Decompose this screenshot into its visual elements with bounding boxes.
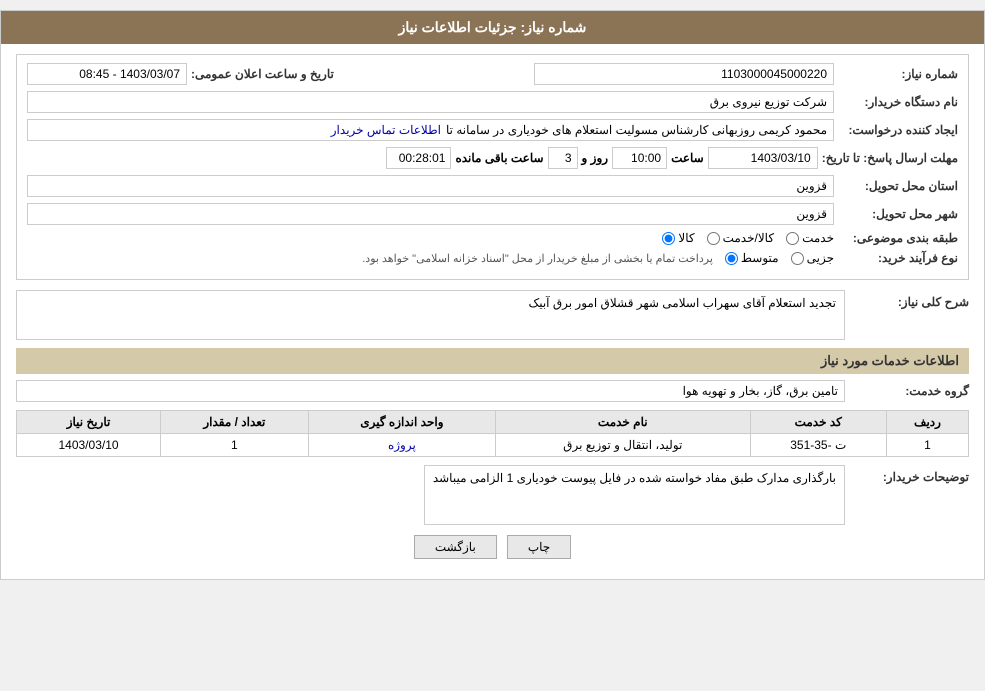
cell-name: تولید، انتقال و توزیع برق (496, 434, 750, 457)
row-category: طبقه بندی موضوعی: خدمت کالا/خدمت کالا (27, 231, 958, 245)
row-description: شرح کلی نیاز: تجدید استعلام آقای سهراب ا… (16, 290, 969, 340)
button-row: چاپ بازگشت (16, 535, 969, 559)
row-org: نام دستگاه خریدار: شرکت توزیع نیروی برق (27, 91, 958, 113)
value-shomara: 1103000045000220 (534, 63, 834, 85)
radio-motavasset-input[interactable] (725, 252, 738, 265)
services-table-section: ردیف کد خدمت نام خدمت واحد اندازه گیری ت… (16, 410, 969, 457)
table-row: 1 ت -35-351 تولید، انتقال و توزیع برق پر… (17, 434, 969, 457)
col-unit: واحد اندازه گیری (308, 411, 495, 434)
label-deadline: مهلت ارسال پاسخ: تا تاریخ: (822, 151, 958, 165)
content-area: شماره نیاز: 1103000045000220 تاریخ و ساع… (1, 44, 984, 579)
row-shomara: شماره نیاز: 1103000045000220 تاریخ و ساع… (27, 63, 958, 85)
label-days: روز و (582, 151, 609, 165)
cell-date: 1403/03/10 (17, 434, 161, 457)
label-time: ساعت (671, 151, 704, 165)
services-section-header: اطلاعات خدمات مورد نیاز (16, 348, 969, 374)
radio-kala-khedmat[interactable]: کالا/خدمت (707, 231, 774, 245)
value-province: قزوین (27, 175, 834, 197)
purchase-radio-group: جزیی متوسط پرداخت تمام یا بخشی از مبلغ خ… (362, 251, 834, 265)
label-org: نام دستگاه خریدار: (838, 95, 958, 109)
label-province: استان محل تحویل: (838, 179, 958, 193)
row-creator: ایجاد کننده درخواست: محمود کریمی روزبهان… (27, 119, 958, 141)
label-city: شهر محل تحویل: (838, 207, 958, 221)
col-qty: تعداد / مقدار (161, 411, 309, 434)
cell-rownum: 1 (886, 434, 968, 457)
radio-khedmat[interactable]: خدمت (786, 231, 834, 245)
value-date: 1403/03/10 (708, 147, 818, 169)
label-group: گروه خدمت: (849, 384, 969, 398)
value-org: شرکت توزیع نیروی برق (27, 91, 834, 113)
purchase-note: پرداخت تمام یا بخشی از مبلغ خریدار از مح… (362, 252, 713, 265)
label-description: شرح کلی نیاز: (849, 290, 969, 309)
value-announce: 1403/03/07 - 08:45 (27, 63, 187, 85)
col-name: نام خدمت (496, 411, 750, 434)
radio-jozi-input[interactable] (791, 252, 804, 265)
table-header-row: ردیف کد خدمت نام خدمت واحد اندازه گیری ت… (17, 411, 969, 434)
row-province: استان محل تحویل: قزوین (27, 175, 958, 197)
print-button[interactable]: چاپ (507, 535, 571, 559)
cell-qty: 1 (161, 434, 309, 457)
value-remaining: 00:28:01 (386, 147, 451, 169)
back-button[interactable]: بازگشت (414, 535, 497, 559)
page-title: شماره نیاز: (521, 19, 587, 35)
col-date: تاریخ نیاز (17, 411, 161, 434)
services-table: ردیف کد خدمت نام خدمت واحد اندازه گیری ت… (16, 410, 969, 457)
row-city: شهر محل تحویل: قزوین (27, 203, 958, 225)
radio-kala-input[interactable] (662, 232, 675, 245)
label-creator: ایجاد کننده درخواست: (838, 123, 958, 137)
label-remaining: ساعت باقی مانده (455, 151, 543, 165)
radio-kala[interactable]: کالا (662, 231, 694, 245)
col-code: کد خدمت (750, 411, 886, 434)
cell-unit: پروژه (308, 434, 495, 457)
label-buyer-notes: توضیحات خریدار: (849, 465, 969, 484)
creator-contact-link[interactable]: اطلاعات تماس خریدار (331, 123, 441, 137)
cell-code: ت -35-351 (750, 434, 886, 457)
description-box: تجدید استعلام آقای سهراب اسلامی شهر قشلا… (16, 290, 845, 340)
radio-khedmat-input[interactable] (786, 232, 799, 245)
col-rownum: ردیف (886, 411, 968, 434)
row-deadline: مهلت ارسال پاسخ: تا تاریخ: 1403/03/10 سا… (27, 147, 958, 169)
page-header: شماره نیاز: جزئیات اطلاعات نیاز (1, 11, 984, 44)
page-title-text: جزئیات اطلاعات نیاز (399, 19, 517, 35)
label-announce: تاریخ و ساعت اعلان عمومی: (191, 67, 334, 81)
category-radio-group: خدمت کالا/خدمت کالا (662, 231, 834, 245)
label-shomara: شماره نیاز: (838, 67, 958, 81)
radio-kala-khedmat-input[interactable] (707, 232, 720, 245)
row-purchase-type: نوع فرآیند خرید: جزیی متوسط پرداخت تمام … (27, 251, 958, 265)
main-info-section: شماره نیاز: 1103000045000220 تاریخ و ساع… (16, 54, 969, 280)
page-wrapper: شماره نیاز: جزئیات اطلاعات نیاز شماره نی… (0, 10, 985, 580)
value-creator: محمود کریمی روزبهانی کارشناس مسولیت استع… (27, 119, 834, 141)
value-city: قزوین (27, 203, 834, 225)
row-group: گروه خدمت: تامین برق، گاز، بخار و تهویه … (16, 380, 969, 402)
radio-jozi[interactable]: جزیی (791, 251, 834, 265)
label-category: طبقه بندی موضوعی: (838, 231, 958, 245)
radio-motavasset[interactable]: متوسط (725, 251, 779, 265)
value-days: 3 (548, 147, 578, 169)
buyer-notes-box: بارگذاری مدارک طبق مفاد خواسته شده در فا… (424, 465, 845, 525)
label-purchase-type: نوع فرآیند خرید: (838, 251, 958, 265)
value-time: 10:00 (612, 147, 667, 169)
value-group: تامین برق، گاز، بخار و تهویه هوا (16, 380, 845, 402)
row-buyer-notes: توضیحات خریدار: بارگذاری مدارک طبق مفاد … (16, 465, 969, 525)
